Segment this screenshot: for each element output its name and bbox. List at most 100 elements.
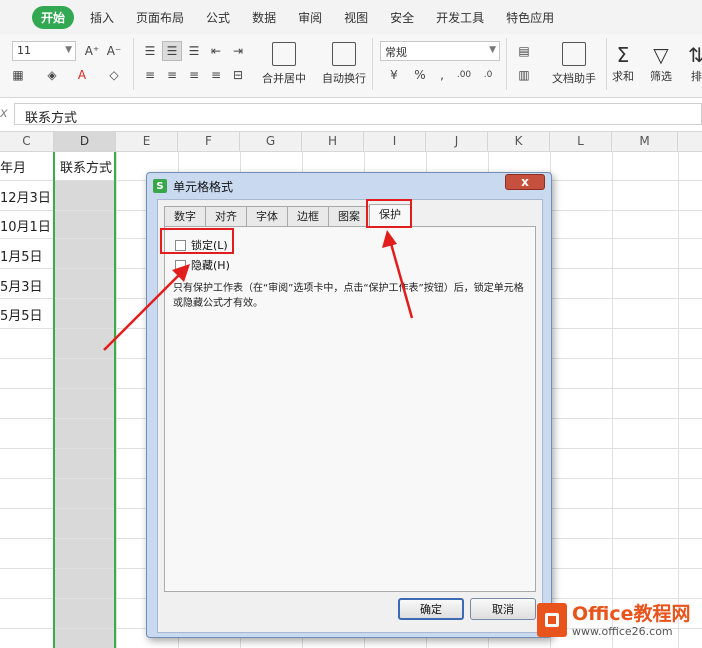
percent-icon[interactable]: % [410,65,430,85]
ribbon-divider [372,38,373,90]
hidden-label: 隐藏(H) [191,259,230,272]
border-icon[interactable]: ▦ [8,65,28,85]
decrease-font-icon[interactable]: A⁻ [104,41,124,61]
close-icon: x [521,175,529,189]
align-bottom-icon[interactable]: ☰ [184,41,204,61]
cell-c6[interactable]: 5月5日 [0,305,43,324]
hidden-checkbox[interactable]: 隐藏(H) [175,257,230,273]
cell-c3[interactable]: 10月1日 [0,216,51,235]
watermark-title: Office教程网 [572,602,691,625]
font-size-value: 11 [17,44,31,57]
increase-decimal-icon[interactable]: .00 [454,65,474,85]
align-top-icon[interactable]: ☰ [140,41,160,61]
wrap-text-icon [332,42,356,66]
align-middle-icon[interactable]: ☰ [162,41,182,61]
column-header-j[interactable]: J [426,132,488,152]
menu-tab-page-layout[interactable]: 页面布局 [136,9,184,26]
protection-panel: 锁定(L) 隐藏(H) 只有保护工作表（在“审阅”选项卡中，点击“保护工作表”按… [164,226,536,592]
dialog-titlebar[interactable]: S 单元格格式 [153,176,233,196]
menu-tab-formulas[interactable]: 公式 [206,9,230,26]
close-button[interactable]: x [505,174,545,190]
menu-tab-view[interactable]: 视图 [344,9,368,26]
column-header-g[interactable]: G [240,132,302,152]
conditional-format-icon[interactable]: ▤ [514,41,534,61]
watermark: Office教程网 www.office26.com [537,598,697,642]
column-header-c[interactable]: C [0,132,54,152]
dialog-title: 单元格格式 [173,179,234,194]
align-justify-icon[interactable]: ≡ [206,65,226,85]
tab-font[interactable]: 字体 [246,206,288,226]
chevron-down-icon: ▼ [65,45,72,55]
checkbox-box [175,259,186,271]
office-logo-icon [537,603,567,637]
wrap-text-label: 自动换行 [322,72,366,85]
fill-color-icon[interactable]: ◈ [42,65,62,85]
column-header-f[interactable]: F [178,132,240,152]
column-header-h[interactable]: H [302,132,364,152]
column-header-d[interactable]: D [54,132,116,152]
ribbon-divider [133,38,134,90]
protection-description: 只有保护工作表（在“审阅”选项卡中，点击“保护工作表”按钮）后，锁定单元格或隐藏… [173,283,524,309]
formula-bar: x 联系方式 [0,98,702,132]
column-header-e[interactable]: E [116,132,178,152]
wps-logo-icon: S [153,179,167,193]
sort-button[interactable]: ⇅ 排 [688,42,702,84]
watermark-text: Office教程网 www.office26.com [572,603,691,638]
table-style-icon[interactable]: ▥ [514,65,534,85]
filter-button[interactable]: ▽ 筛选 [650,42,672,84]
menu-tab-developer[interactable]: 开发工具 [436,9,484,26]
column-header-l[interactable]: L [550,132,612,152]
autosum-label: 求和 [612,70,634,83]
cell-c2[interactable]: 12月3日 [0,187,51,206]
indent-increase-icon[interactable]: ⇥ [228,41,248,61]
menu-tab-security[interactable]: 安全 [390,9,414,26]
grid-line [116,152,117,648]
tab-number[interactable]: 数字 [164,206,206,226]
tab-pattern[interactable]: 图案 [328,206,370,226]
tab-alignment[interactable]: 对齐 [205,206,247,226]
cell-c5[interactable]: 5月3日 [0,276,43,295]
doc-helper-label: 文档助手 [552,72,596,85]
distributed-align-icon[interactable]: ⊟ [228,65,248,85]
cell-c4[interactable]: 1月5日 [0,246,43,265]
watermark-url: www.office26.com [572,624,673,638]
ribbon-divider [506,38,507,90]
menu-tab-special[interactable]: 特色应用 [506,9,554,26]
merge-center-button[interactable]: 合并居中 [262,42,306,86]
align-center-icon[interactable]: ≡ [162,65,182,85]
cell-d1[interactable]: 联系方式 [60,157,112,176]
column-header-i[interactable]: I [364,132,426,152]
decrease-decimal-icon[interactable]: .0 [478,65,498,85]
tab-border[interactable]: 边框 [287,206,329,226]
increase-font-icon[interactable]: A⁺ [82,41,102,61]
wrap-text-button[interactable]: 自动换行 [322,42,366,86]
number-format-select[interactable]: 常规 ▼ [380,41,500,61]
number-format-value: 常规 [385,46,407,59]
menu-tab-home[interactable]: 开始 [32,5,75,29]
menu-tab-data[interactable]: 数据 [252,9,276,26]
font-color-icon[interactable]: A [72,65,92,85]
doc-helper-button[interactable]: 文档助手 [552,42,596,86]
dialog-body: 数字 对齐 字体 边框 图案 保护 锁定(L) 隐藏(H) 只有保护工作表（在“… [157,199,543,633]
annotation-box-protection-tab [366,199,412,228]
annotation-box-locked [160,228,234,254]
cancel-button[interactable]: 取消 [470,598,536,620]
menu-tab-insert[interactable]: 插入 [90,9,114,26]
cell-c1[interactable]: 年月 [0,157,26,176]
autosum-button[interactable]: Σ 求和 [612,42,634,84]
currency-icon[interactable]: ¥ [384,65,404,85]
column-header-n[interactable] [678,132,702,152]
indent-decrease-icon[interactable]: ⇤ [206,41,226,61]
fx-icon[interactable]: x [0,106,8,121]
font-size-select[interactable]: 11 ▼ [12,41,76,61]
ok-button[interactable]: 确定 [398,598,464,620]
menu-tab-review[interactable]: 审阅 [298,9,322,26]
sigma-icon: Σ [616,43,630,67]
align-left-icon[interactable]: ≡ [140,65,160,85]
thousands-icon[interactable]: , [432,65,452,85]
column-header-m[interactable]: M [612,132,678,152]
align-right-icon[interactable]: ≡ [184,65,204,85]
column-header-k[interactable]: K [488,132,550,152]
formula-input[interactable]: 联系方式 [14,103,702,126]
eraser-icon[interactable]: ◇ [104,65,124,85]
